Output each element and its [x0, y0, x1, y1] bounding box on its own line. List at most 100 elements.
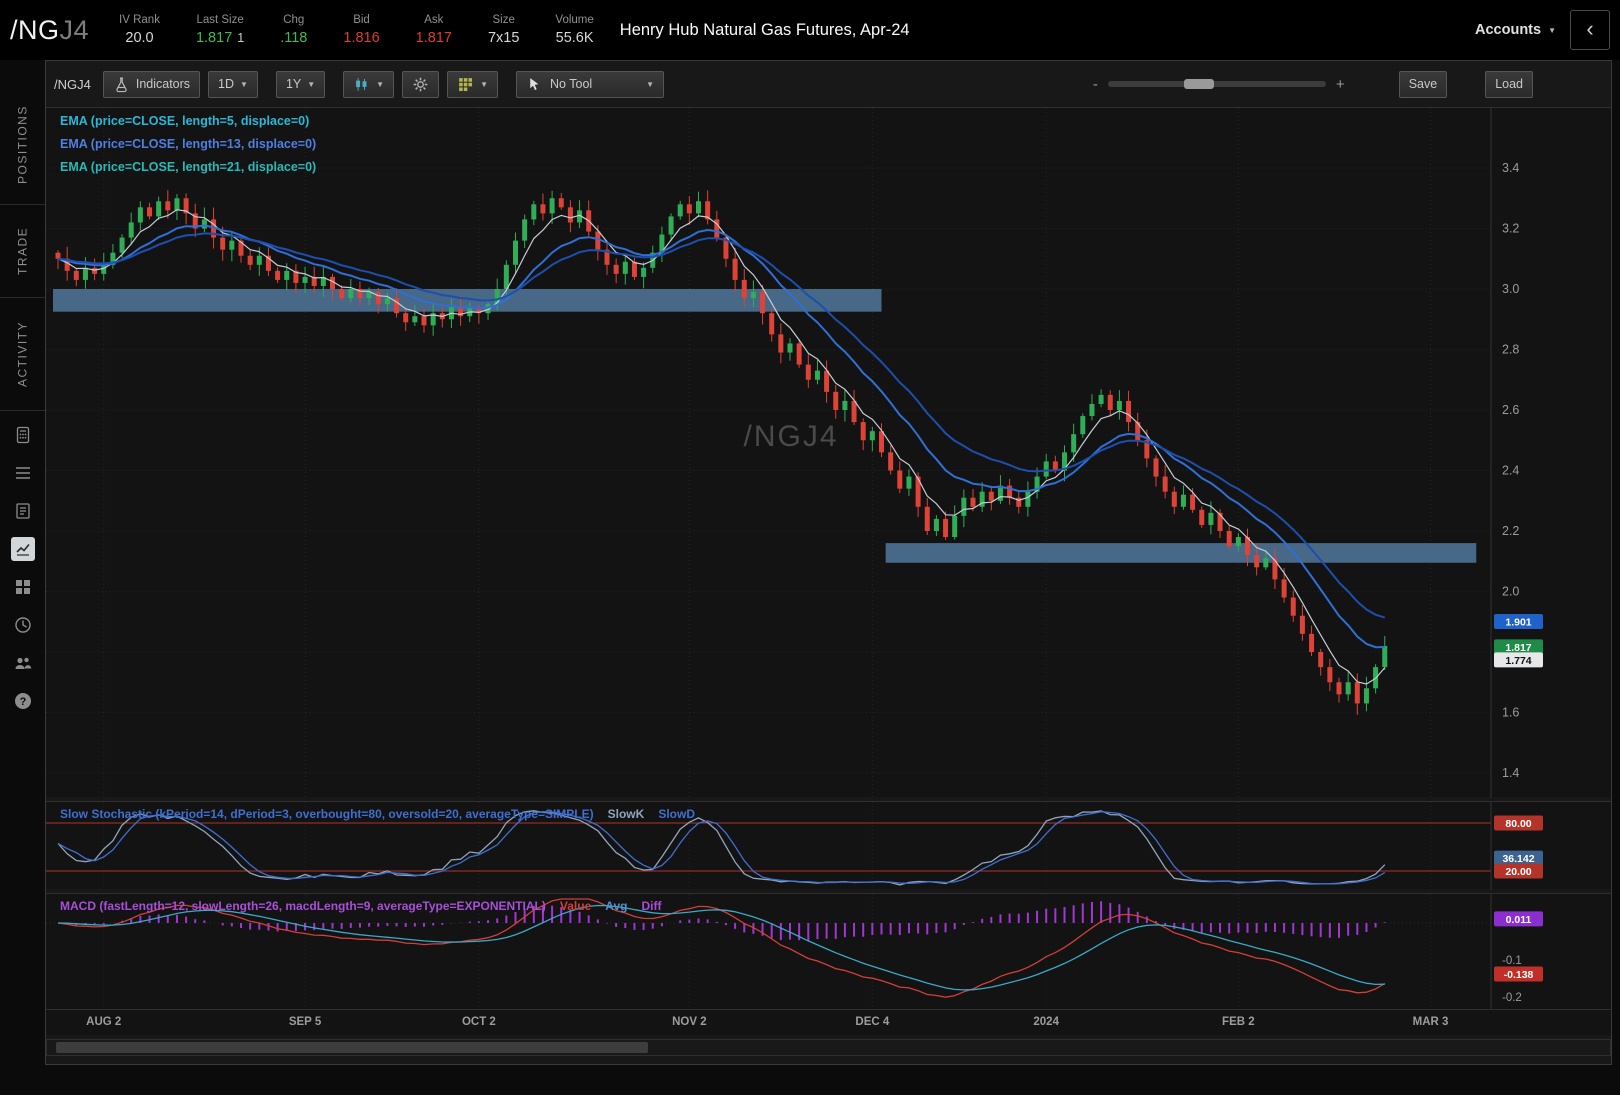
macd-diff-label[interactable]: Diff [641, 899, 661, 913]
chart-type-dropdown[interactable]: ▼ [343, 70, 395, 98]
rail-icons: ? [10, 423, 35, 713]
chart-icon[interactable] [10, 537, 35, 561]
symbol-title: /NGJ4 [10, 15, 89, 46]
zoom-slider[interactable] [1107, 79, 1326, 89]
ask-price[interactable]: 1.817 [416, 30, 452, 46]
quote-header: /NGJ4 IV Rank 20.0 Last Size 1.817 1 Chg … [0, 0, 1620, 60]
divider [0, 410, 45, 411]
collapse-panel-button[interactable]: ‹ [1570, 10, 1610, 50]
svg-text:1.817: 1.817 [1505, 642, 1531, 654]
instrument-description: Henry Hub Natural Gas Futures, Apr-24 [619, 20, 910, 39]
time-axis: AUG 2 SEP 5 OCT 2 NOV 2 DEC 4 2024 FEB 2 MAR 3 [46, 1009, 1611, 1035]
gear-icon [413, 77, 428, 91]
style-grid-icon [459, 77, 473, 91]
collapse-arrow-icon: ‹ [1586, 15, 1594, 41]
bid-price[interactable]: 1.816 [343, 30, 379, 46]
time-axis-label: OCT 2 [461, 1016, 496, 1028]
chart-style-dropdown[interactable]: ▼ [447, 70, 499, 98]
zoom-control: - + [1093, 76, 1345, 93]
time-axis-label: MAR 3 [1412, 1016, 1449, 1028]
history-icon[interactable] [11, 613, 35, 637]
h-scrollbar[interactable] [46, 1039, 1611, 1056]
svg-text:-0.2: -0.2 [1502, 992, 1522, 1004]
range-dropdown[interactable]: 1Y ▼ [275, 70, 326, 98]
svg-text:80.00: 80.00 [1505, 818, 1531, 830]
svg-text:1.901: 1.901 [1505, 616, 1531, 628]
macd-value-label[interactable]: Value [560, 899, 591, 913]
h-scrollbar-handle[interactable] [56, 1042, 648, 1053]
contacts-icon[interactable] [11, 651, 35, 675]
stochastic-label[interactable]: Slow Stochastic (kPeriod=14, dPeriod=3, … [60, 807, 594, 821]
symbol-root: /NG [10, 14, 60, 45]
chart-toolbar: /NGJ4 Indicators 1D ▼ 1Y ▼ ▼ ▼ No Tool ▼… [54, 67, 1603, 101]
stat-chg: Chg .118 [280, 14, 308, 46]
time-axis-label: FEB 2 [1222, 1016, 1255, 1028]
time-axis-label: AUG 2 [86, 1016, 122, 1028]
quote-stats: IV Rank 20.0 Last Size 1.817 1 Chg .118 B… [119, 14, 594, 46]
candlestick-icon [356, 77, 367, 91]
load-button[interactable]: Load [1485, 70, 1533, 98]
time-axis-label: 2024 [1033, 1016, 1059, 1028]
macd-avg-label[interactable]: Avg [605, 899, 627, 913]
price-chart-canvas[interactable]: 1.41.61.82.02.22.42.62.83.03.23.4/NGJ41.… [46, 108, 1611, 798]
cursor-icon [530, 77, 539, 90]
left-rail: POSITIONS TRADE ACTIVITY ? [0, 60, 45, 1095]
zoom-out-button[interactable]: - [1093, 76, 1098, 93]
indicators-button[interactable]: Indicators [102, 70, 201, 98]
svg-text:3.2: 3.2 [1502, 222, 1519, 236]
chevron-down-icon: ▼ [646, 79, 655, 89]
chevron-down-icon: ▼ [307, 79, 316, 89]
chevron-down-icon: ▼ [240, 79, 248, 89]
svg-text:2.8: 2.8 [1502, 343, 1519, 357]
svg-text:2.4: 2.4 [1502, 464, 1519, 478]
time-axis-label: NOV 2 [672, 1016, 707, 1028]
watchlist-icon[interactable] [11, 461, 35, 485]
svg-text:-0.1: -0.1 [1502, 955, 1522, 967]
sidebar-tab-positions[interactable]: POSITIONS [0, 86, 45, 204]
grid-icon[interactable] [11, 575, 35, 599]
stochastic-panel: 80.00 36.142 20.00 Slow Stochastic (kPerio… [46, 801, 1611, 890]
macd-label[interactable]: MACD (fastLength=12, slowLength=26, macd… [60, 899, 546, 913]
chevron-down-icon: ▼ [480, 79, 489, 89]
accounts-dropdown[interactable]: Accounts ▼ [1475, 22, 1556, 38]
svg-text:?: ? [19, 696, 26, 708]
stat-bid: Bid 1.816 [343, 14, 380, 46]
macd-legend: MACD (fastLength=12, slowLength=26, macd… [60, 899, 661, 913]
calculator-icon[interactable] [11, 423, 35, 447]
chart-module: /NGJ4 Indicators 1D ▼ 1Y ▼ ▼ ▼ No Tool ▼… [45, 60, 1612, 1065]
stat-volume: Volume 55.6K [555, 14, 594, 46]
notes-icon[interactable] [11, 499, 35, 523]
settings-button[interactable] [402, 70, 440, 98]
save-button[interactable]: Save [1398, 70, 1448, 98]
svg-text:3.0: 3.0 [1502, 282, 1519, 296]
chevron-down-icon: ▼ [376, 79, 385, 89]
timeframe-dropdown[interactable]: 1D ▼ [208, 70, 258, 98]
sidebar-tab-trade[interactable]: TRADE [0, 205, 45, 297]
svg-text:0.011: 0.011 [1506, 914, 1532, 926]
slowd-label[interactable]: SlowD [658, 807, 695, 821]
price-panel: 1.41.61.82.02.22.42.62.83.03.23.4/NGJ41.… [46, 107, 1611, 798]
time-axis-label: SEP 5 [288, 1016, 322, 1028]
svg-text:2.2: 2.2 [1502, 524, 1519, 538]
zoom-slider-handle[interactable] [1184, 79, 1215, 89]
svg-text:20.00: 20.00 [1505, 866, 1531, 878]
stat-size: Size 7x15 [487, 14, 520, 46]
chevron-down-icon: ▼ [1548, 25, 1556, 35]
svg-text:2.6: 2.6 [1502, 403, 1519, 417]
slowk-label[interactable]: SlowK [608, 807, 645, 821]
ema21-label[interactable]: EMA (price=CLOSE, length=21, displace=0) [60, 160, 316, 174]
chart-symbol-label: /NGJ4 [54, 76, 91, 92]
ema13-label[interactable]: EMA (price=CLOSE, length=13, displace=0) [60, 137, 316, 151]
help-icon[interactable]: ? [11, 689, 35, 713]
svg-text:1.774: 1.774 [1505, 655, 1531, 667]
time-axis-label: DEC 4 [855, 1016, 890, 1028]
symbol-suffix: J4 [59, 14, 90, 45]
study-legend: EMA (price=CLOSE, length=5, displace=0) … [60, 114, 316, 183]
drawing-tool-dropdown[interactable]: No Tool ▼ [516, 70, 665, 98]
sidebar-tab-activity[interactable]: ACTIVITY [0, 298, 45, 410]
zoom-in-button[interactable]: + [1336, 76, 1345, 93]
svg-text:3.4: 3.4 [1502, 161, 1519, 175]
svg-text:1.4: 1.4 [1502, 766, 1519, 780]
ema5-label[interactable]: EMA (price=CLOSE, length=5, displace=0) [60, 114, 316, 128]
macd-panel: -0.1 -0.2 0.011 -0.138 MACD (fastLength=12,… [46, 893, 1611, 1010]
